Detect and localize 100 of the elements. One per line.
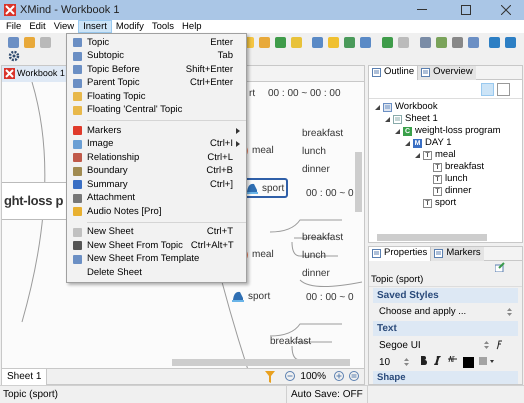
menu-item[interactable]: New Sheet Ctrl+T	[67, 226, 246, 239]
toolbar-button[interactable]	[398, 36, 409, 48]
italic-button[interactable]	[434, 356, 443, 368]
topic-node[interactable]: breakfast	[300, 126, 346, 141]
toolbar-button[interactable]	[258, 36, 270, 48]
minimize-icon	[417, 9, 427, 11]
sheet-tab[interactable]: Sheet 1	[2, 368, 48, 384]
tree-item[interactable]: weight-loss program	[415, 124, 501, 138]
menu-item[interactable]: Insert	[78, 20, 112, 33]
topic-node[interactable]: breakfast	[268, 334, 314, 349]
style-dropdown[interactable]: Choose and apply ...	[373, 304, 518, 320]
outline-view-button[interactable]	[497, 82, 510, 96]
scrollbar-thumb[interactable]	[355, 152, 362, 212]
menu-item[interactable]: Edit	[25, 20, 50, 33]
menu-item[interactable]: File	[2, 20, 26, 33]
menu-item[interactable]: New Sheet From Template	[67, 252, 246, 266]
zoom-fit-button[interactable]	[349, 371, 360, 382]
menu-item[interactable]: Audio Notes [Pro]	[67, 205, 246, 218]
menu-item[interactable]: Markers	[67, 124, 246, 138]
menu-item[interactable]: Boundary Ctrl+B	[67, 164, 246, 178]
toolbar-button[interactable]	[8, 36, 19, 48]
sheet-icon	[393, 114, 402, 124]
outline-view-button[interactable]	[481, 82, 494, 96]
toolbar-button[interactable]	[382, 36, 393, 48]
panel-icon	[421, 68, 430, 77]
zoom-in-icon	[334, 371, 344, 381]
zoom-in-button[interactable]	[334, 371, 345, 382]
toolbar-button[interactable]	[40, 36, 51, 48]
time-label: 00 : 00 ~ 00 : 00	[268, 87, 341, 101]
toolbar-button[interactable]	[452, 36, 463, 48]
menu-item[interactable]: Floating 'Central' Topic	[67, 104, 246, 117]
topic-node[interactable]: sport	[226, 286, 274, 306]
menu-item[interactable]: Topic Before Shift+Enter	[67, 63, 246, 76]
time-label: 00 : 00 ~ 0	[306, 291, 354, 305]
menu-item[interactable]: Floating Topic	[67, 90, 246, 104]
toolbar-button[interactable]	[24, 36, 35, 48]
toolbar-button[interactable]	[360, 36, 372, 48]
scrollbar-thumb[interactable]	[377, 234, 487, 240]
menu-item[interactable]: Relationship Ctrl+L	[67, 151, 246, 164]
toolbar-button[interactable]	[344, 36, 356, 48]
editor-tab[interactable]: Workbook 1	[2, 66, 67, 82]
size-spinner[interactable]: 10	[373, 354, 415, 370]
toolbar-button[interactable]	[274, 36, 286, 48]
topic-node[interactable]: dinner	[300, 266, 332, 281]
menu-item[interactable]: Tools	[148, 20, 178, 33]
panel-tab[interactable]: Outline	[369, 66, 418, 80]
tree-item[interactable]: DAY 1	[425, 136, 452, 150]
expand-arrow-icon	[395, 128, 400, 134]
strikethrough-icon	[448, 356, 457, 362]
panel-tab[interactable]: Markers	[431, 247, 484, 260]
tree-item[interactable]: lunch	[445, 172, 468, 186]
tree-item[interactable]: dinner	[445, 184, 472, 198]
bold-icon	[420, 356, 427, 365]
text-color-swatch[interactable]	[463, 356, 474, 368]
menu-item[interactable]: Help	[178, 20, 206, 33]
toolbar-button[interactable]	[312, 36, 324, 48]
menu-item[interactable]: Delete Sheet	[67, 266, 246, 280]
font-dropdown[interactable]: Segoe UI	[373, 337, 495, 353]
tree-item[interactable]: Workbook	[395, 100, 438, 114]
font-button[interactable]	[495, 339, 505, 351]
menu-item[interactable]: Subtopic Tab	[67, 50, 246, 63]
filter-button[interactable]	[265, 370, 278, 382]
align-icon	[479, 356, 494, 366]
expand-arrow-icon	[375, 104, 380, 110]
panel-tab[interactable]: Overview	[418, 66, 476, 80]
menu-item[interactable]: New Sheet From Topic Ctrl+Alt+T	[67, 239, 246, 252]
panel-tab[interactable]: Properties	[369, 247, 432, 260]
topic-node[interactable]: dinner	[300, 162, 332, 177]
section-header: Shape	[373, 371, 518, 384]
toolbar-button[interactable]	[505, 36, 516, 48]
tree-item[interactable]: Sheet 1	[405, 112, 438, 126]
menu-item[interactable]: Topic Enter	[67, 36, 246, 50]
tree-item[interactable]: sport	[435, 196, 456, 210]
topic-node[interactable]: rt	[249, 86, 256, 101]
connector-line	[300, 280, 362, 288]
align-button[interactable]	[479, 356, 495, 368]
menu-item[interactable]: Image Ctrl+I	[67, 138, 246, 151]
zoom-out-icon	[285, 371, 296, 381]
export-button[interactable]	[495, 262, 506, 272]
menu-item[interactable]: Modify	[112, 20, 148, 33]
scrollbar-thumb[interactable]	[172, 359, 350, 366]
time-label: 00 : 00 ~ 0	[306, 187, 354, 201]
toolbar-button[interactable]	[436, 36, 447, 48]
filter-icon	[265, 370, 276, 382]
toolbar-button[interactable]	[420, 36, 431, 48]
topic-node[interactable]: breakfast	[300, 230, 346, 245]
menu-item[interactable]: Parent Topic Ctrl+Enter	[67, 76, 246, 90]
bold-button[interactable]	[420, 356, 429, 368]
menu-item[interactable]: View	[50, 20, 78, 33]
settings-button[interactable]	[8, 50, 20, 62]
expand-arrow-icon	[385, 116, 390, 122]
workbook-icon	[383, 102, 392, 112]
toolbar-button[interactable]	[489, 36, 500, 48]
tree-item[interactable]: meal	[435, 148, 456, 162]
zoom-out-button[interactable]	[285, 371, 296, 382]
tree-item[interactable]: breakfast	[445, 160, 484, 174]
panel-icon	[372, 249, 381, 258]
topic-node[interactable]: lunch	[300, 144, 328, 159]
topic-node[interactable]: lunch	[300, 248, 328, 263]
toolbar-button[interactable]	[468, 36, 479, 48]
